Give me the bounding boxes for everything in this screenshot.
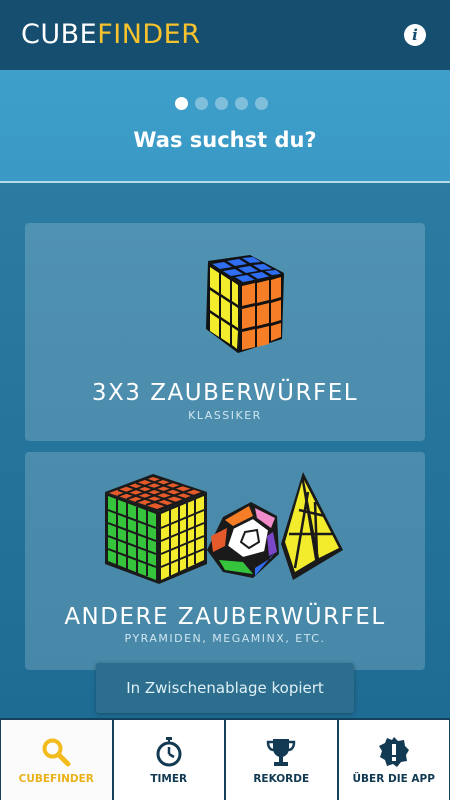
cube-3x3-icon — [206, 255, 284, 353]
pager-dot-5[interactable] — [255, 97, 268, 110]
app-title-cube: CUBE — [21, 19, 98, 50]
nav-item-ueber[interactable]: ÜBER DIE APP — [337, 718, 450, 800]
nav-item-rekorde[interactable]: REKORDE — [225, 718, 338, 800]
nav-label-timer: TIMER — [150, 773, 188, 785]
nav-label-cubefinder: CUBEFINDER — [18, 773, 94, 785]
clipboard-toast: In Zwischenablage kopiert — [96, 663, 354, 713]
stopwatch-icon — [114, 736, 225, 768]
pager-dot-1[interactable] — [175, 97, 188, 110]
pager-dots — [175, 97, 268, 110]
card-other-subtitle: PYRAMIDEN, MEGAMINX, ETC. — [124, 632, 326, 645]
card-3x3-cube[interactable]: 3X3 ZAUBERWÜRFEL KLASSIKER — [25, 223, 425, 441]
pager-dot-2[interactable] — [195, 97, 208, 110]
nav-label-rekorde: REKORDE — [253, 773, 310, 785]
pager-dot-3[interactable] — [215, 97, 228, 110]
question-heading: Was suchst du? — [133, 128, 317, 152]
info-icon: i — [412, 26, 418, 44]
nav-item-timer[interactable]: TIMER — [112, 718, 225, 800]
card-3x3-subtitle: KLASSIKER — [188, 409, 262, 422]
puzzle-collection-icon — [105, 472, 343, 584]
warning-badge-icon — [339, 736, 450, 768]
info-button[interactable]: i — [404, 24, 426, 46]
hero-section — [0, 70, 450, 181]
app-title: CUBEFINDER — [21, 19, 201, 50]
search-icon — [1, 736, 112, 768]
card-3x3-title: 3X3 ZAUBERWÜRFEL — [91, 380, 359, 406]
nav-item-cubefinder[interactable]: CUBEFINDER — [0, 718, 113, 800]
pager-dot-4[interactable] — [235, 97, 248, 110]
bottom-navigation: CUBEFINDER TIMER REKORDE ÜBER DIE APP — [0, 718, 450, 800]
card-other-title: ANDERE ZAUBERWÜRFEL — [64, 604, 386, 630]
app-bar: CUBEFINDER i — [0, 0, 450, 70]
nav-label-ueber: ÜBER DIE APP — [352, 773, 435, 785]
trophy-icon — [226, 736, 337, 768]
app-title-finder: FINDER — [97, 19, 201, 50]
card-other-cubes[interactable]: ANDERE ZAUBERWÜRFEL PYRAMIDEN, MEGAMINX,… — [25, 452, 425, 670]
